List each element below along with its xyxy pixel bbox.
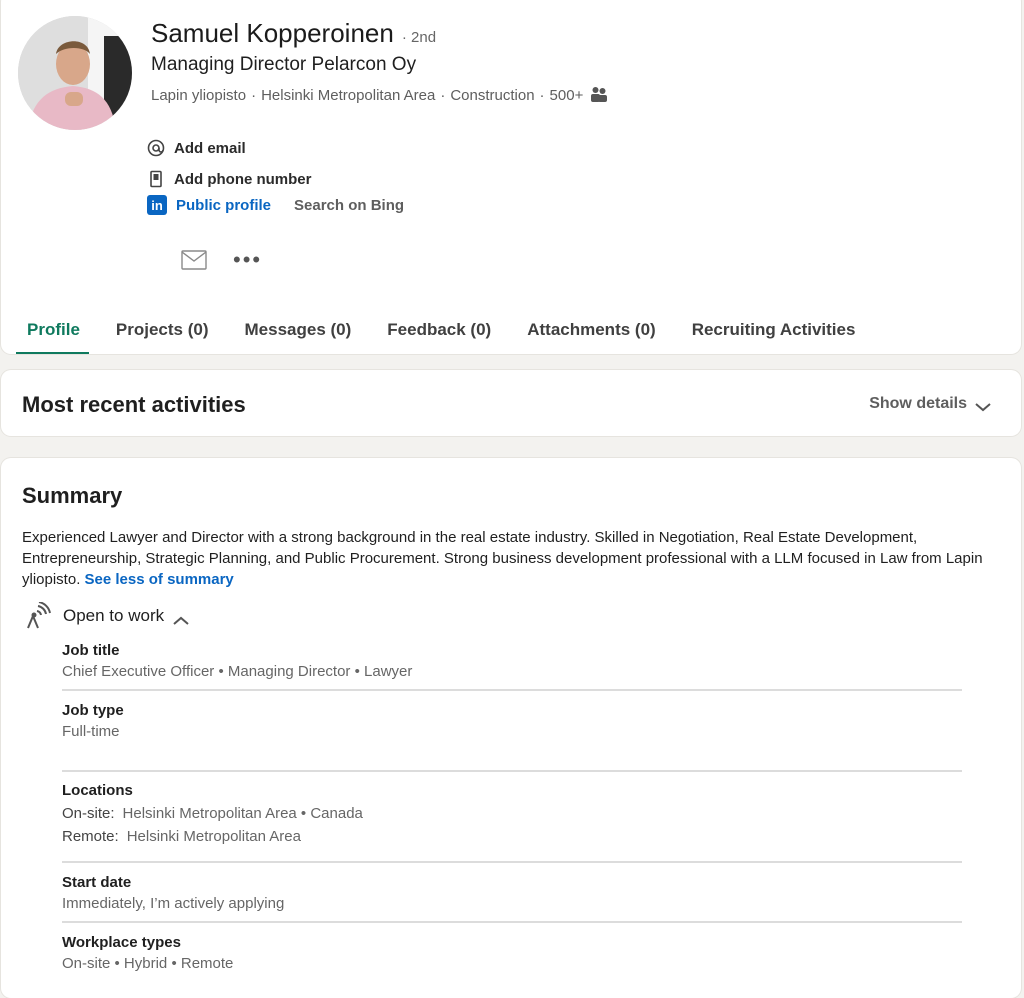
divider — [62, 861, 962, 863]
connections-icon — [590, 86, 608, 104]
recent-activities-card: Most recent activities Show details — [1, 370, 1021, 436]
profile-actions: ••• — [181, 249, 262, 271]
start-date-label: Start date — [62, 874, 132, 891]
public-profile-link[interactable]: Public profile — [176, 197, 271, 214]
onsite-location: On-site: Helsinki Metropolitan Area • Can… — [62, 805, 962, 822]
show-details-button[interactable]: Show details — [869, 395, 991, 413]
add-email-label: Add email — [174, 139, 246, 157]
summary-title: Summary — [22, 483, 123, 508]
profile-meta: Lapin yliopisto · Helsinki Metropolitan … — [151, 86, 608, 104]
profile-card: Samuel Kopperoinen · 2nd Managing Directo… — [1, 0, 1021, 354]
phone-icon — [147, 170, 165, 188]
job-type-section: Job type Full-time — [62, 702, 962, 740]
profile-name-text: Samuel Kopperoinen — [151, 18, 394, 48]
divider — [62, 689, 962, 691]
job-type-value: Full-time — [62, 723, 120, 740]
start-date-section: Start date Immediately, I’m actively app… — [62, 874, 962, 912]
start-date-value: Immediately, I’m actively applying — [62, 895, 285, 912]
profile-links: in Public profile Search on Bing — [147, 195, 404, 215]
at-sign-icon — [147, 139, 165, 157]
tab-feedback[interactable]: Feedback (0) — [387, 320, 491, 354]
tab-projects[interactable]: Projects (0) — [116, 320, 209, 354]
summary-text: Experienced Lawyer and Director with a s… — [22, 527, 1007, 590]
onsite-value: Helsinki Metropolitan Area • Canada — [122, 805, 363, 822]
tab-profile[interactable]: Profile — [16, 320, 89, 354]
linkedin-icon: in — [147, 195, 167, 215]
onsite-key: On-site: — [62, 805, 115, 822]
add-phone-label: Add phone number — [174, 170, 312, 188]
school: Lapin yliopisto — [151, 86, 247, 104]
remote-key: Remote: — [62, 828, 119, 845]
locations-label: Locations — [62, 782, 133, 799]
profile-photo — [18, 16, 132, 130]
tab-attachments[interactable]: Attachments (0) — [527, 320, 655, 354]
recent-activities-title: Most recent activities — [22, 392, 246, 417]
open-to-work-toggle[interactable]: Open to work — [25, 601, 189, 630]
open-to-work-label: Open to work — [63, 606, 165, 625]
add-phone-link[interactable]: Add phone number — [147, 170, 312, 188]
profile-headline: Managing Director Pelarcon Oy — [151, 54, 417, 75]
add-email-link[interactable]: Add email — [147, 139, 246, 157]
message-button[interactable] — [181, 250, 207, 270]
workplace-types-section: Workplace types On-site • Hybrid • Remot… — [62, 934, 962, 972]
workplace-types-label: Workplace types — [62, 934, 181, 951]
more-options-button[interactable]: ••• — [233, 249, 262, 271]
divider — [62, 921, 962, 923]
remote-location: Remote: Helsinki Metropolitan Area — [62, 828, 962, 845]
job-title-value: Chief Executive Officer • Managing Direc… — [62, 663, 413, 680]
location: Helsinki Metropolitan Area — [261, 86, 436, 104]
job-type-label: Job type — [62, 702, 124, 719]
profile-name: Samuel Kopperoinen · 2nd — [151, 18, 436, 49]
tab-recruiting-activities[interactable]: Recruiting Activities — [692, 320, 856, 354]
remote-value: Helsinki Metropolitan Area — [126, 828, 301, 845]
tab-messages[interactable]: Messages (0) — [245, 320, 352, 354]
job-title-section: Job title Chief Executive Officer • Mana… — [62, 642, 962, 680]
connection-degree: · 2nd — [401, 29, 437, 46]
see-less-summary-link[interactable]: See less of summary — [85, 571, 234, 588]
chevron-up-icon — [173, 611, 189, 625]
workplace-types-value: On-site • Hybrid • Remote — [62, 955, 234, 972]
show-details-label: Show details — [869, 395, 967, 412]
profile-tabs: Profile Projects (0) Messages (0) Feedba… — [16, 320, 891, 354]
chevron-down-icon — [975, 399, 991, 412]
locations-section: Locations On-site: Helsinki Metropolitan … — [62, 782, 962, 845]
summary-card: Summary Experienced Lawyer and Director … — [1, 458, 1021, 998]
job-title-label: Job title — [62, 642, 120, 659]
signal-icon — [25, 601, 51, 630]
connections-count: 500+ — [549, 86, 584, 104]
industry: Construction — [450, 86, 535, 104]
search-on-bing-link[interactable]: Search on Bing — [294, 197, 404, 214]
divider — [62, 770, 962, 772]
